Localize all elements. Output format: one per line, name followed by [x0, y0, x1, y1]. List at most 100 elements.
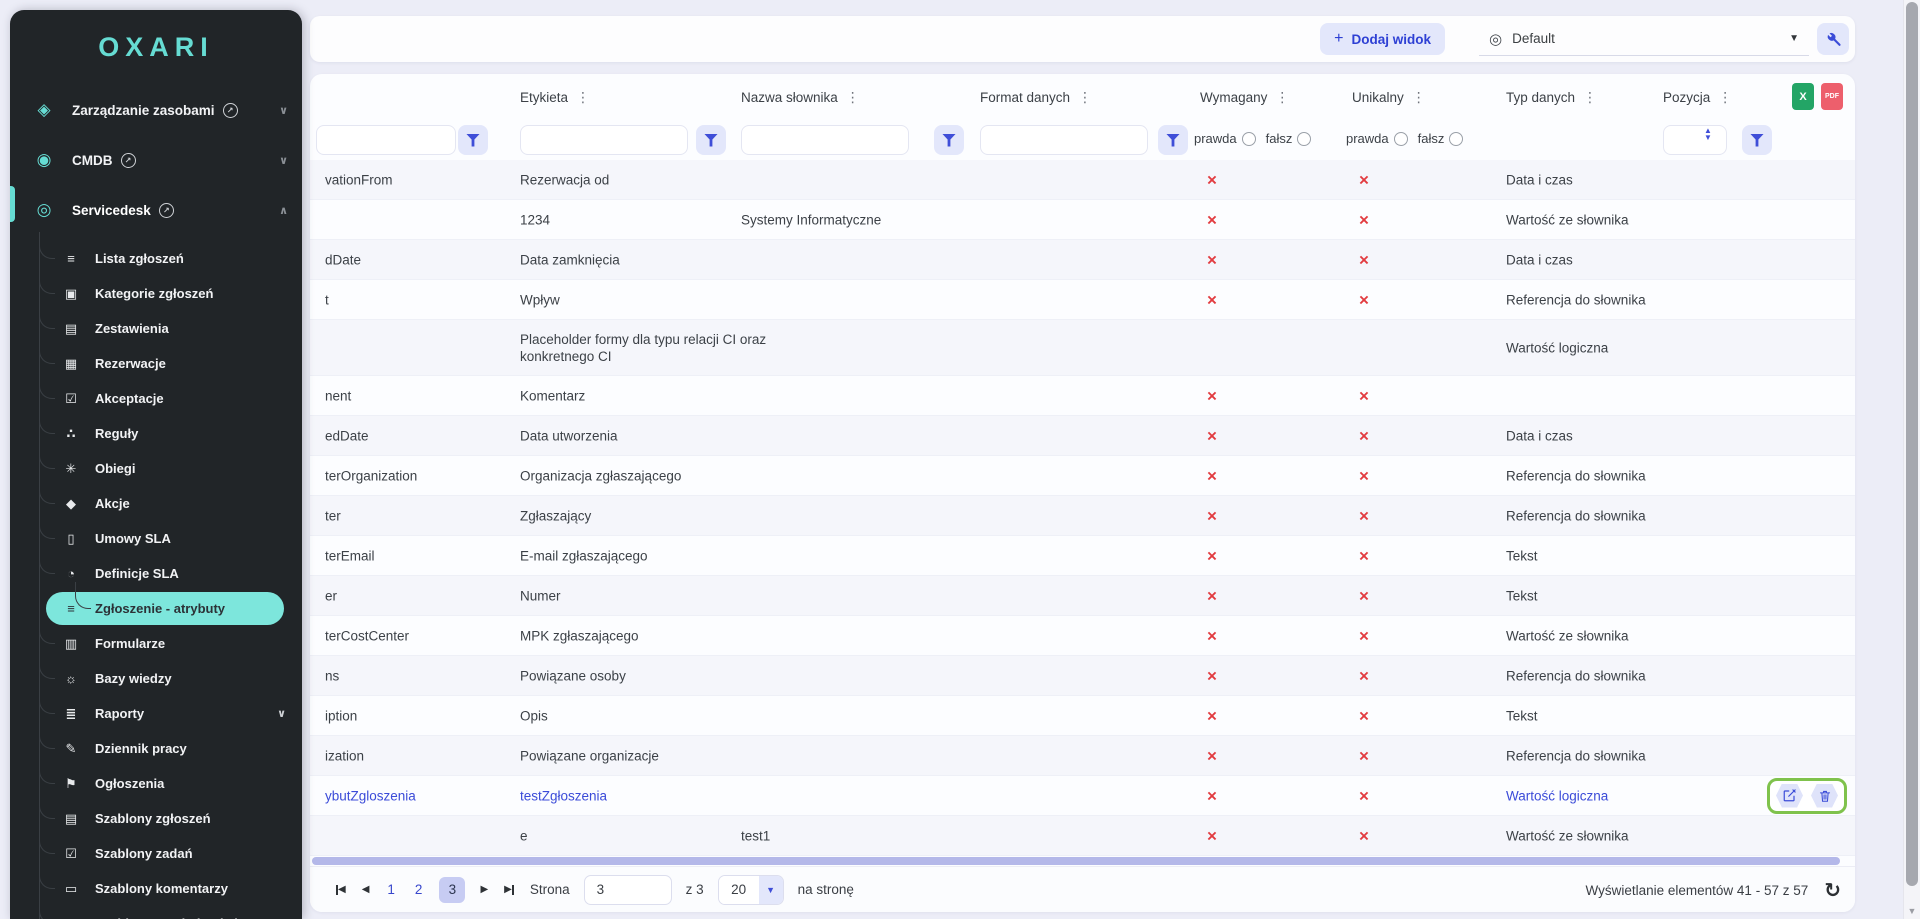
filter-etykieta-input[interactable]: [520, 125, 688, 155]
cell-label: Numer: [520, 587, 561, 604]
chevron-up-icon[interactable]: ∧: [279, 204, 288, 217]
table-row[interactable]: etest1××Wartość ze słownika: [310, 816, 1855, 856]
add-view-button[interactable]: + Dodaj widok: [1320, 23, 1445, 55]
vertical-scrollbar-thumb[interactable]: [1906, 2, 1918, 886]
cell-type: Data i czas: [1506, 251, 1573, 268]
column-menu-icon[interactable]: ⋮: [1078, 89, 1093, 106]
scroll-down-icon[interactable]: ▼: [1904, 906, 1920, 916]
cell-name: t: [325, 291, 329, 308]
next-page-button[interactable]: ▶: [480, 884, 488, 895]
filter-etykieta-button[interactable]: [696, 125, 726, 155]
table-row[interactable]: edDateData utworzenia××Data i czas: [310, 416, 1855, 456]
table-row[interactable]: terOrganizationOrganizacja zgłaszającego…: [310, 456, 1855, 496]
table-row[interactable]: 1234Systemy Informatyczne××Wartość ze sł…: [310, 200, 1855, 240]
table-row[interactable]: izationPowiązane organizacje××Referencja…: [310, 736, 1855, 776]
column-header-wymagany[interactable]: Wymagany ⋮: [1200, 74, 1290, 120]
table-row[interactable]: nentKomentarz××: [310, 376, 1855, 416]
table-row[interactable]: erNumer××Tekst: [310, 576, 1855, 616]
chevron-down-icon[interactable]: ∨: [277, 707, 286, 720]
page-link-1[interactable]: 1: [387, 882, 395, 897]
column-header-label: Unikalny: [1352, 90, 1404, 105]
filter-format-danych-button[interactable]: [1158, 125, 1188, 155]
page-current[interactable]: 3: [439, 877, 465, 903]
column-menu-icon[interactable]: ⋮: [1275, 89, 1290, 106]
column-header-nazwa-slownika[interactable]: Nazwa słownika⋮: [741, 74, 861, 120]
view-selector[interactable]: ◎ Default ▼: [1479, 22, 1809, 56]
settings-wrench-button[interactable]: [1817, 23, 1849, 55]
filter-name-button[interactable]: [458, 125, 488, 155]
filter-unique-fałsz-radio[interactable]: [1449, 132, 1463, 146]
horizontal-scrollbar-thumb[interactable]: [312, 857, 1840, 865]
filter-pozycja-input[interactable]: [1663, 125, 1727, 155]
notification-template-icon: ✉: [60, 916, 82, 919]
horizontal-scrollbar[interactable]: [310, 856, 1855, 866]
page-link-2[interactable]: 2: [415, 882, 423, 897]
page-number-input[interactable]: 3: [584, 875, 672, 905]
column-menu-icon[interactable]: ⋮: [1583, 89, 1598, 106]
spinner-down-icon[interactable]: ▼: [1704, 134, 1712, 141]
column-header-label: Wymagany: [1200, 90, 1267, 105]
cell-dictionary: Systemy Informatyczne: [741, 211, 881, 228]
sidebar-module-zarządzanie-zasobami[interactable]: ◈Zarządzanie zasobami↗∨: [10, 85, 302, 135]
number-spinner[interactable]: ▲▼: [1704, 127, 1712, 141]
asset-management-icon: ◈: [32, 100, 56, 120]
table-row[interactable]: Placeholder formy dla typu relacji CI or…: [310, 320, 1855, 376]
table-filter-row: prawdafałsz prawdafałsz ▲▼: [310, 120, 1855, 160]
table-row[interactable]: terCostCenterMPK zgłaszającego××Wartość …: [310, 616, 1855, 656]
sidebar-item-label: Umowy SLA: [95, 531, 171, 546]
column-header-pozycja[interactable]: Pozycja⋮: [1663, 74, 1733, 120]
table-row[interactable]: vationFromRezerwacja od××Data i czas: [310, 160, 1855, 200]
filter-nazwa-slownika-input[interactable]: [741, 125, 909, 155]
filter-format-danych-input[interactable]: [980, 125, 1148, 155]
sidebar-item-szablony-powiadomień[interactable]: ✉Szablony powiadomień: [10, 906, 302, 919]
pagination-bar: ◀ ◀ 123 ▶ ▶ Strona 3 z 3 20 ▼ na stronę …: [310, 866, 1855, 912]
filter-pozycja-button[interactable]: [1742, 125, 1772, 155]
column-header-typ-danych[interactable]: Typ danych⋮: [1506, 74, 1598, 120]
required-false-icon: ×: [1194, 507, 1230, 524]
pdf-export-icon[interactable]: PDF: [1821, 83, 1843, 110]
vertical-scrollbar[interactable]: ▼: [1903, 0, 1920, 919]
column-menu-icon[interactable]: ⋮: [1412, 89, 1427, 106]
filter-name-input[interactable]: [316, 125, 456, 155]
first-page-button[interactable]: ◀: [336, 884, 346, 895]
table-row[interactable]: terEmailE-mail zgłaszającego××Tekst: [310, 536, 1855, 576]
table-row[interactable]: terZgłaszający××Referencja do słownika: [310, 496, 1855, 536]
sidebar-item-label: Kategorie zgłoszeń: [95, 286, 213, 301]
sidebar-item-zgłoszenie-atrybuty[interactable]: ≡Zgłoszenie - atrybuty: [46, 592, 284, 625]
unique-false-icon: ×: [1346, 507, 1382, 524]
table-row[interactable]: tWpływ××Referencja do słownika: [310, 280, 1855, 320]
add-view-label: Dodaj widok: [1351, 32, 1431, 47]
previous-page-button[interactable]: ◀: [362, 884, 370, 895]
cell-type: Wartość logiczna: [1506, 787, 1608, 804]
table-row[interactable]: ybutZgloszeniatestZgłoszenia××Wartość lo…: [310, 776, 1855, 816]
chevron-down-icon[interactable]: ∨: [279, 154, 288, 167]
column-header-format-danych[interactable]: Format danych⋮: [980, 74, 1093, 120]
column-menu-icon[interactable]: ⋮: [846, 89, 861, 106]
delete-row-button[interactable]: [1811, 784, 1838, 808]
sidebar-item-definicje-sla[interactable]: ◔Definicje SLA: [10, 556, 302, 591]
table-row[interactable]: dDateData zamknięcia××Data i czas: [310, 240, 1855, 280]
excel-export-icon[interactable]: X: [1792, 83, 1814, 110]
edit-row-button[interactable]: [1776, 784, 1803, 808]
column-menu-icon[interactable]: ⋮: [1718, 89, 1733, 106]
cell-label: E-mail zgłaszającego: [520, 547, 648, 564]
refresh-icon[interactable]: ↻: [1824, 878, 1841, 903]
table-row[interactable]: nsPowiązane osoby××Referencja do słownik…: [310, 656, 1855, 696]
table-toolbar: + Dodaj widok ◎ Default ▼: [310, 16, 1855, 62]
table-icon: ▤: [60, 321, 82, 337]
page-size-select[interactable]: 20 ▼: [718, 875, 784, 905]
filter-unique-prawda-radio[interactable]: [1394, 132, 1408, 146]
column-menu-icon[interactable]: ⋮: [576, 89, 591, 106]
column-header-unikalny[interactable]: Unikalny ⋮: [1352, 74, 1427, 120]
chevron-down-icon[interactable]: ∨: [279, 104, 288, 117]
filter-required-fałsz-radio[interactable]: [1297, 132, 1311, 146]
cell-name: vationFrom: [325, 171, 393, 188]
column-header-etykieta[interactable]: Etykieta⋮: [520, 74, 591, 120]
gauge-badge-icon: ↗: [121, 153, 136, 168]
table-row[interactable]: iptionOpis××Tekst: [310, 696, 1855, 736]
sidebar-module-servicedesk[interactable]: ◎Servicedesk↗∧: [10, 185, 302, 235]
last-page-button[interactable]: ▶: [504, 884, 514, 895]
filter-nazwa-slownika-button[interactable]: [934, 125, 964, 155]
sidebar-module-cmdb[interactable]: ◉CMDB↗∨: [10, 135, 302, 185]
filter-required-prawda-radio[interactable]: [1242, 132, 1256, 146]
